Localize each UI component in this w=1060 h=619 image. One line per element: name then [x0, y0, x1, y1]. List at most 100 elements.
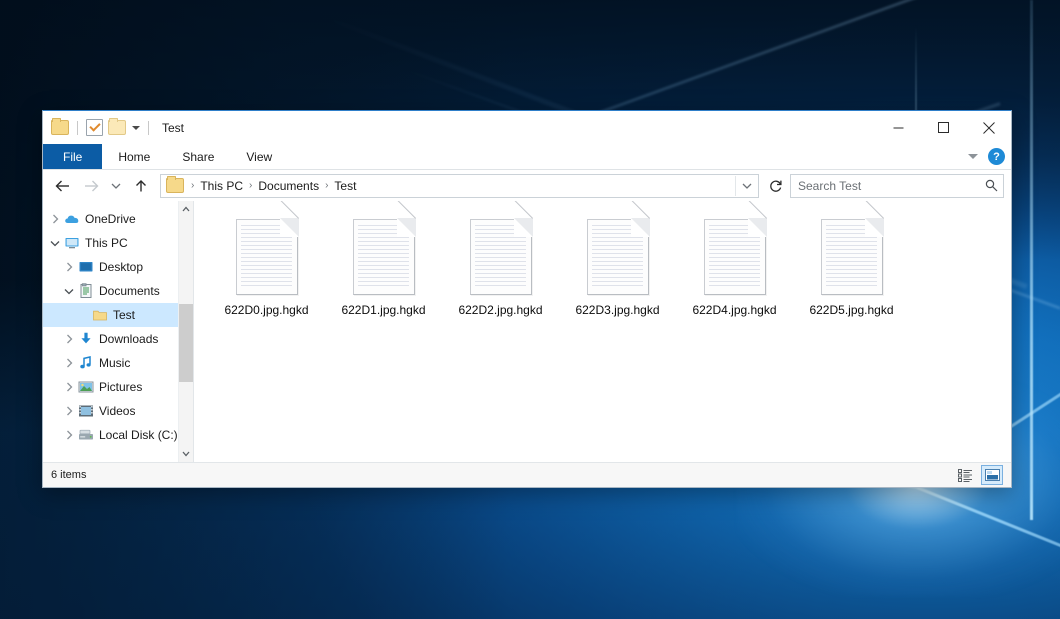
drive-icon	[77, 427, 95, 443]
navigation-scrollbar[interactable]	[178, 201, 194, 462]
back-button[interactable]	[50, 174, 76, 198]
file-name-label: 622D1.jpg.hgkd	[341, 303, 425, 317]
generic-file-icon	[821, 219, 883, 295]
up-button[interactable]	[128, 174, 154, 198]
divider	[77, 121, 78, 135]
chevron-down-icon	[742, 182, 752, 190]
refresh-button[interactable]	[764, 175, 788, 197]
view-toggle-group	[955, 463, 1003, 487]
file-item[interactable]: 622D3.jpg.hgkd	[559, 215, 676, 323]
breadcrumb-separator: ›	[324, 180, 329, 191]
documents-icon	[77, 283, 95, 299]
file-list-view[interactable]: 622D0.jpg.hgkd 622D1.jpg.hgkd 622D2.jpg.hg…	[194, 201, 1011, 462]
file-item[interactable]: 622D5.jpg.hgkd	[793, 215, 910, 323]
chevron-down-icon	[111, 182, 121, 190]
maximize-button[interactable]	[921, 111, 966, 144]
file-item[interactable]: 622D1.jpg.hgkd	[325, 215, 442, 323]
file-item[interactable]: 622D0.jpg.hgkd	[208, 215, 325, 323]
details-view-icon	[958, 469, 973, 482]
chevron-up-icon	[182, 206, 190, 212]
address-dropdown-button[interactable]	[735, 176, 758, 196]
sidebar-item-label: Desktop	[99, 260, 143, 274]
ribbon-right-controls: ?	[968, 144, 1005, 169]
sidebar-item-videos[interactable]: Videos	[43, 399, 178, 423]
chevron-right-icon[interactable]	[61, 334, 77, 344]
sidebar-item-documents[interactable]: Documents	[43, 279, 178, 303]
title-bar: Test	[43, 111, 1011, 144]
breadcrumb-this-pc[interactable]: This PC	[198, 179, 245, 193]
generic-file-icon	[470, 219, 532, 295]
new-folder-icon[interactable]	[108, 120, 126, 135]
folder-icon	[91, 307, 109, 323]
recent-locations-button[interactable]	[106, 174, 126, 198]
properties-icon[interactable]	[86, 119, 103, 136]
file-name-label: 622D3.jpg.hgkd	[575, 303, 659, 317]
chevron-right-icon[interactable]	[61, 382, 77, 392]
tab-file[interactable]: File	[43, 144, 102, 169]
sidebar-item-music[interactable]: Music	[43, 351, 178, 375]
sidebar-item-this-pc[interactable]: This PC	[43, 231, 178, 255]
close-button[interactable]	[966, 111, 1011, 144]
tab-home[interactable]: Home	[102, 144, 166, 169]
sidebar-item-test[interactable]: Test	[43, 303, 178, 327]
file-grid: 622D0.jpg.hgkd 622D1.jpg.hgkd 622D2.jpg.hg…	[208, 215, 1011, 323]
breadcrumb-documents[interactable]: Documents	[256, 179, 321, 193]
sidebar-item-pictures[interactable]: Pictures	[43, 375, 178, 399]
chevron-down-icon[interactable]	[61, 288, 77, 295]
back-arrow-icon	[55, 179, 71, 193]
minimize-button[interactable]	[876, 111, 921, 144]
address-bar-row: › This PC › Documents › Test	[43, 170, 1011, 201]
file-item[interactable]: 622D2.jpg.hgkd	[442, 215, 559, 323]
tab-view[interactable]: View	[230, 144, 288, 169]
sidebar-item-onedrive[interactable]: OneDrive	[43, 207, 178, 231]
chevron-down-icon[interactable]	[132, 126, 140, 130]
tab-share[interactable]: Share	[166, 144, 230, 169]
generic-file-icon	[587, 219, 649, 295]
sidebar-item-label: Documents	[99, 284, 160, 298]
help-button[interactable]: ?	[988, 148, 1005, 165]
sidebar-item-label: Local Disk (C:)	[99, 428, 178, 442]
details-view-button[interactable]	[955, 466, 975, 484]
refresh-icon	[769, 179, 783, 193]
sidebar-item-desktop[interactable]: Desktop	[43, 255, 178, 279]
chevron-right-icon[interactable]	[61, 262, 77, 272]
chevron-down-icon[interactable]	[47, 240, 63, 247]
forward-arrow-icon	[83, 179, 99, 193]
sidebar-item-label: This PC	[85, 236, 128, 250]
file-item[interactable]: 622D4.jpg.hgkd	[676, 215, 793, 323]
breadcrumb-test[interactable]: Test	[332, 179, 358, 193]
ribbon-tab-bar: File Home Share View ?	[43, 144, 1011, 170]
scrollbar-thumb[interactable]	[179, 304, 194, 382]
sidebar-item-local-disk-c[interactable]: Local Disk (C:)	[43, 423, 178, 447]
download-icon	[77, 331, 95, 347]
scroll-up-button[interactable]	[179, 201, 194, 217]
search-icon	[985, 179, 998, 192]
sidebar-item-label: OneDrive	[85, 212, 136, 226]
generic-file-icon	[704, 219, 766, 295]
file-name-label: 622D2.jpg.hgkd	[458, 303, 542, 317]
sidebar-item-label: Downloads	[99, 332, 158, 346]
chevron-right-icon[interactable]	[61, 358, 77, 368]
search-input[interactable]: Search Test	[798, 179, 985, 193]
forward-button[interactable]	[78, 174, 104, 198]
videos-icon	[77, 403, 95, 419]
chevron-right-icon[interactable]	[47, 214, 63, 224]
sidebar-item-downloads[interactable]: Downloads	[43, 327, 178, 351]
address-bar[interactable]: › This PC › Documents › Test	[160, 174, 759, 198]
chevron-down-icon[interactable]	[968, 154, 978, 159]
search-box[interactable]: Search Test	[790, 174, 1004, 198]
scrollbar-track[interactable]	[179, 217, 194, 446]
sidebar-item-label: Videos	[99, 404, 135, 418]
chevron-right-icon[interactable]	[61, 406, 77, 416]
pictures-icon	[77, 379, 95, 395]
file-name-label: 622D0.jpg.hgkd	[224, 303, 308, 317]
quick-access-toolbar	[51, 119, 152, 136]
maximize-icon	[938, 122, 949, 133]
up-arrow-icon	[134, 179, 148, 193]
folder-icon[interactable]	[51, 120, 69, 135]
chevron-right-icon[interactable]	[61, 430, 77, 440]
scroll-down-button[interactable]	[179, 446, 194, 462]
large-icons-view-button[interactable]	[981, 465, 1003, 485]
close-icon	[983, 122, 995, 134]
status-bar: 6 items	[43, 462, 1011, 487]
